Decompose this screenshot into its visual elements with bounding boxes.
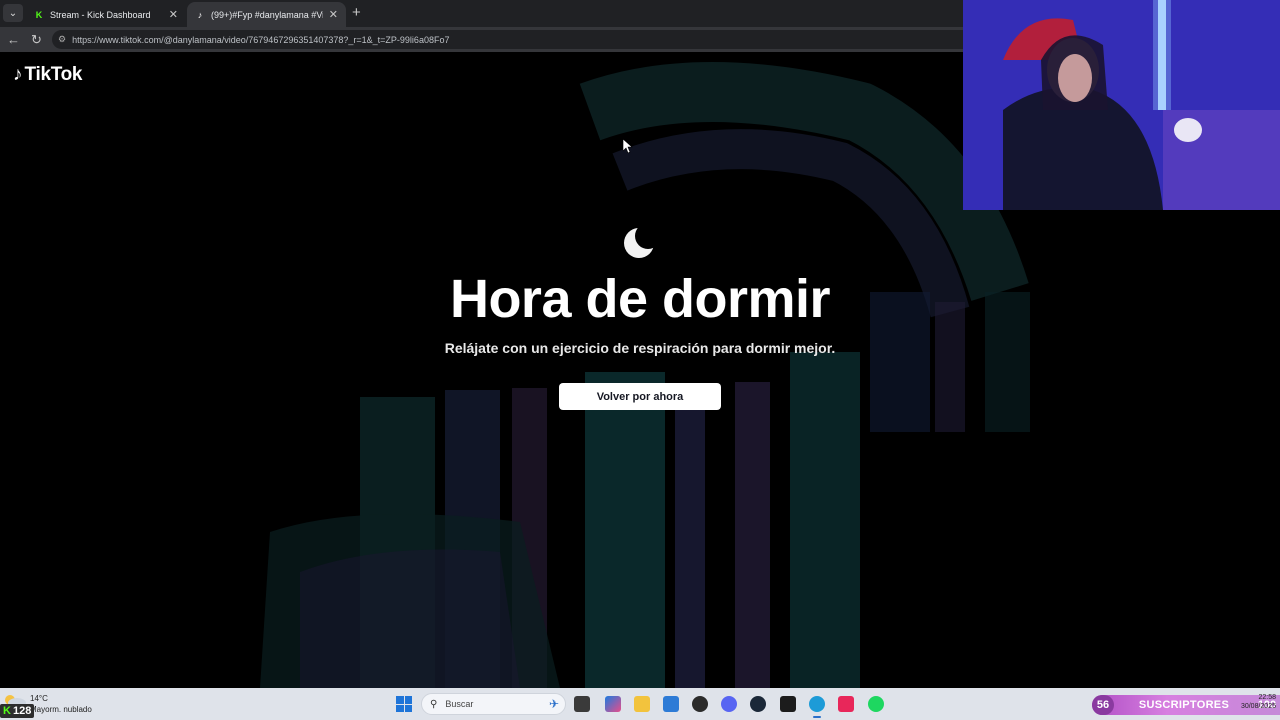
steam-icon[interactable]	[750, 696, 766, 712]
windows-start-icon[interactable]	[396, 696, 412, 712]
tiktok-app-icon[interactable]	[838, 696, 854, 712]
page-subtitle: Relájate con un ejercicio de respiración…	[444, 340, 836, 356]
mouse-cursor-icon	[623, 139, 633, 153]
url-text: https://www.tiktok.com/@danylamana/video…	[72, 34, 450, 45]
tab-search-button[interactable]: ⌄	[3, 4, 23, 22]
subs-current: 56	[1092, 695, 1114, 715]
moon-icon	[624, 226, 656, 258]
address-bar[interactable]: ⚙ https://www.tiktok.com/@danylamana/vid…	[52, 30, 972, 49]
new-tab-button[interactable]: +	[352, 4, 361, 21]
back-for-now-button[interactable]: Volver por ahora	[559, 383, 721, 410]
kick-viewer-badge: K 128	[0, 704, 35, 718]
tab-tiktok[interactable]: ♪ (99+)#Fyp #danylamana #Viral #fyp ✕	[187, 2, 346, 27]
close-tab-icon[interactable]: ✕	[169, 8, 178, 21]
back-arrow-icon[interactable]: ←	[7, 32, 20, 47]
search-placeholder: Buscar	[445, 699, 474, 709]
tab-title: Stream - Kick Dashboard	[50, 9, 151, 20]
screen: ⌄ K Stream - Kick Dashboard ✕ ♪ (99+)#Fy…	[0, 0, 1280, 720]
clock-time: 22:58	[1258, 694, 1276, 701]
chevron-down-icon: ⌄	[8, 7, 18, 19]
search-highlight-icon: ✈	[548, 697, 559, 711]
taskbar-search[interactable]: ⚲ Buscar ✈	[421, 693, 566, 715]
site-info-icon[interactable]: ⚙	[58, 34, 66, 45]
tab-title: (99+)#Fyp #danylamana #Viral #fyp	[211, 9, 323, 20]
taskbar: 14°C Mayorm. nublado K 128 ⚲ Buscar ✈	[0, 688, 1280, 720]
file-explorer-icon[interactable]	[634, 696, 650, 712]
reload-icon[interactable]: ↻	[31, 32, 42, 48]
webcam-feed	[963, 0, 1280, 210]
tab-kick-dashboard[interactable]: K Stream - Kick Dashboard ✕	[26, 2, 186, 27]
viewer-count: 128	[12, 705, 32, 717]
close-tab-icon[interactable]: ✕	[329, 8, 338, 21]
capcut-icon[interactable]	[780, 696, 796, 712]
brand-name: TikTok	[24, 64, 83, 85]
tiktok-note-icon: ♪	[13, 64, 23, 85]
tiktok-logo[interactable]: ♪ TikTok	[13, 64, 82, 86]
weather-desc: Mayorm. nublado	[30, 705, 92, 714]
microsoft-store-icon[interactable]	[663, 696, 679, 712]
search-icon: ⚲	[430, 698, 438, 710]
widgets-app-icon[interactable]	[605, 696, 621, 712]
obs-icon[interactable]	[692, 696, 708, 712]
weather-temp: 14°C	[30, 694, 48, 703]
kick-icon: K	[35, 9, 43, 20]
edge-browser-icon[interactable]	[809, 696, 825, 718]
discord-icon[interactable]	[721, 696, 737, 712]
tiktok-icon: ♪	[197, 9, 203, 20]
spotify-icon[interactable]	[868, 696, 884, 712]
task-view-icon[interactable]	[574, 696, 590, 712]
clock-date: 30/08/2025	[1240, 703, 1276, 710]
system-clock[interactable]: 22:58 30/08/2025	[1230, 693, 1276, 711]
page-title: Hora de dormir	[449, 269, 831, 329]
kick-icon: K	[3, 705, 11, 717]
